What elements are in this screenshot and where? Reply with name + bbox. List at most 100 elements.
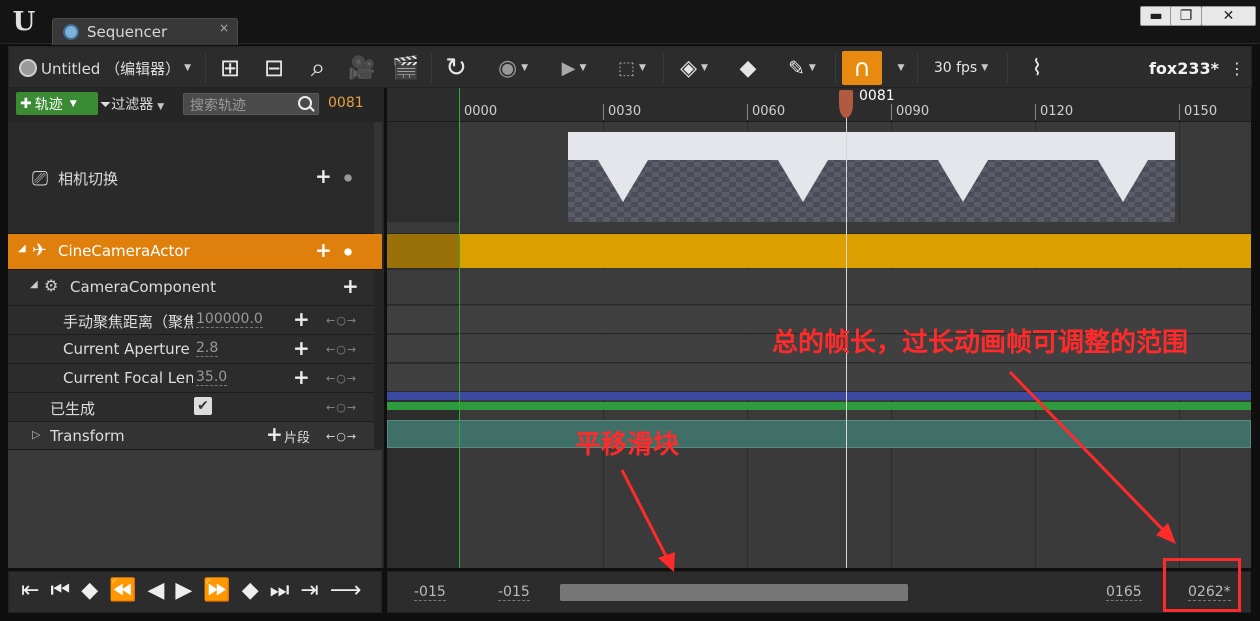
annotation-pan-slider: 平移滑块 xyxy=(575,430,680,460)
minimize-button[interactable]: ▬ xyxy=(1140,6,1172,26)
camera-icon[interactable]: ⏺ xyxy=(344,168,352,188)
transform-section-bar[interactable] xyxy=(387,420,1251,448)
add-key-icon[interactable]: + xyxy=(293,365,310,389)
time-ruler[interactable]: 0000 0030 0060 0090 0120 0150 xyxy=(387,88,1251,122)
ruler-tick: 0000 xyxy=(459,104,497,120)
add-key-icon[interactable]: + xyxy=(293,307,310,331)
add-icon[interactable]: + xyxy=(315,238,332,262)
ruler-tick: 0090 xyxy=(891,104,929,120)
fps-dropdown[interactable]: 30 fps ▼ xyxy=(925,51,997,85)
chevron-down-icon: ▼ xyxy=(808,63,816,73)
plus-icon: ✚ xyxy=(20,95,32,112)
pan-slider-thumb[interactable] xyxy=(560,584,908,601)
pencil-button[interactable]: ✎ ▼ xyxy=(777,51,827,85)
thumbnail-image xyxy=(568,132,1175,222)
collapse-arrow-icon[interactable]: ◢ xyxy=(18,243,26,254)
pencil-icon: ✎ xyxy=(788,56,805,80)
collapse-arrow-icon[interactable]: ◢ xyxy=(30,279,38,290)
filter-icon: ⏷ xyxy=(100,97,112,113)
add-section-icon[interactable]: + xyxy=(266,422,283,446)
add-icon[interactable]: + xyxy=(342,274,359,298)
key-navigation[interactable]: ←○→ xyxy=(326,401,357,414)
track-label: Current Aperture xyxy=(63,340,190,358)
key-navigation[interactable]: ←○→ xyxy=(326,314,357,327)
range-bar: -015 -015 0165 0262* xyxy=(387,571,1251,613)
track-row-cine-camera-actor[interactable]: ◢ ✈ CineCameraActor + ⏺ xyxy=(8,234,382,270)
snap-button[interactable]: ∩ xyxy=(842,51,882,85)
track-panel-scrollbar[interactable] xyxy=(374,122,382,234)
curve-editor-button[interactable]: ⌇ xyxy=(1017,51,1057,85)
key-icon: ◈ xyxy=(680,55,697,81)
annotation-highlight-box xyxy=(1163,558,1241,612)
save-button[interactable]: ⊞ xyxy=(213,51,247,85)
eye-icon: ◉ xyxy=(497,55,518,81)
key-navigation[interactable]: ←○→ xyxy=(326,343,357,356)
more-options-icon[interactable]: ⋮ xyxy=(1229,51,1245,85)
sequence-menu-button[interactable]: Untitled （编辑器） ▼ xyxy=(15,51,195,85)
track-row-current-aperture[interactable]: Current Aperture 2.8 + ←○→ xyxy=(8,335,374,364)
auto-key-button[interactable]: ◆ xyxy=(731,51,765,85)
add-icon[interactable]: + xyxy=(315,164,332,188)
camera-button[interactable]: 🎥 xyxy=(345,51,379,85)
chevron-down-icon: ▼ xyxy=(981,63,989,73)
view-end-field[interactable]: 0165 xyxy=(1106,584,1142,601)
save-as-button[interactable]: ⊟ xyxy=(257,51,291,85)
add-key-icon[interactable]: + xyxy=(293,336,310,360)
view-start-field[interactable]: -015 xyxy=(414,584,446,601)
camera-actor-icon: ✈ xyxy=(32,240,48,261)
transport-buttons[interactable]: ⇤ ⏮ ◆ ⏪ ◀ ▶ ⏩ ◆ ⏭ ⇥ ⟶ xyxy=(21,578,363,603)
work-start-field[interactable]: -015 xyxy=(498,584,530,601)
track-row-camera-cut[interactable]: ⎚ 相机切换 + ⏺ xyxy=(8,122,374,234)
track-label: CineCameraActor xyxy=(58,242,190,260)
chevron-down-icon: ▼ xyxy=(69,98,77,109)
track-row-camera-component[interactable]: ◢ ⚙ CameraComponent + xyxy=(8,270,374,306)
tab-close-icon[interactable]: × xyxy=(219,21,229,35)
value-field[interactable]: 100000.0 xyxy=(196,311,263,328)
expand-arrow-icon[interactable]: ▷ xyxy=(32,428,40,441)
find-button[interactable]: ⌕ xyxy=(301,51,335,85)
key-button[interactable]: ◈ ▼ xyxy=(669,51,719,85)
tab-sequencer[interactable]: Sequencer × xyxy=(52,18,238,45)
track-row-spawned[interactable]: 已生成 ✔ ←○→ xyxy=(8,393,374,422)
lane xyxy=(387,364,1251,392)
selection-button[interactable]: ⬚ ▼ xyxy=(609,51,655,85)
playback-start-line[interactable] xyxy=(459,88,460,568)
annotation-total-length: 总的帧长，过长动画帧可调整的范围 xyxy=(772,328,1189,358)
snap-options-button[interactable]: ▼ xyxy=(889,51,909,85)
render-button[interactable]: 🎬 xyxy=(389,51,423,85)
pan-slider-track[interactable] xyxy=(560,584,908,601)
current-frame-label: 0081 xyxy=(328,95,364,111)
spawned-checkbox[interactable]: ✔ xyxy=(194,397,212,415)
transport-controls[interactable]: ⇤ ⏮ ◆ ⏪ ◀ ▶ ⏩ ◆ ⏭ ⇥ ⟶ xyxy=(8,571,382,613)
track-row-manual-focus[interactable]: 手动聚焦距离（聚焦 100000.0 + ←○→ xyxy=(8,306,374,335)
title-bar: U Sequencer × ▬ ❐ ✕ xyxy=(0,0,1260,45)
playhead-frame-label: 0081 xyxy=(859,88,895,104)
sequencer-icon xyxy=(63,24,79,40)
play-options-button[interactable]: ▶ ▼ xyxy=(551,51,597,85)
lane xyxy=(387,222,1251,234)
key-navigation[interactable]: ←○→ xyxy=(326,372,357,385)
playhead-handle[interactable] xyxy=(839,90,853,118)
filter-button[interactable]: ⏷过滤器 ▼ xyxy=(100,94,164,114)
visibility-button[interactable]: ◉ ▼ xyxy=(485,51,541,85)
close-button[interactable]: ✕ xyxy=(1201,6,1256,26)
add-track-button[interactable]: ✚ 轨迹 ▼ xyxy=(16,92,98,115)
loop-button[interactable]: ↻ xyxy=(439,51,473,85)
track-label: CameraComponent xyxy=(70,278,216,296)
spawned-blue-bar[interactable] xyxy=(387,392,1251,400)
camera-cut-thumbnail[interactable] xyxy=(568,132,1175,222)
key-navigation[interactable]: ←○→ xyxy=(326,430,357,443)
chevron-down-icon: ▼ xyxy=(184,63,192,73)
spawned-green-bar[interactable] xyxy=(387,402,1251,410)
value-field[interactable]: 2.8 xyxy=(196,340,219,357)
save-as-icon: ⊟ xyxy=(263,54,285,82)
selection-icon: ⬚ xyxy=(618,57,636,79)
maximize-button[interactable]: ❐ xyxy=(1170,6,1202,26)
search-input[interactable]: 搜索轨迹 xyxy=(183,93,319,115)
search-placeholder: 搜索轨迹 xyxy=(190,98,246,114)
camera-icon[interactable]: ⏺ xyxy=(344,242,352,262)
actor-track-bar[interactable] xyxy=(387,234,1251,268)
track-row-transform[interactable]: ▷ Transform + 片段 ←○→ xyxy=(8,422,374,450)
track-row-current-focal-length[interactable]: Current Focal Leng 35.0 + ←○→ xyxy=(8,364,374,393)
value-field[interactable]: 35.0 xyxy=(196,369,228,386)
